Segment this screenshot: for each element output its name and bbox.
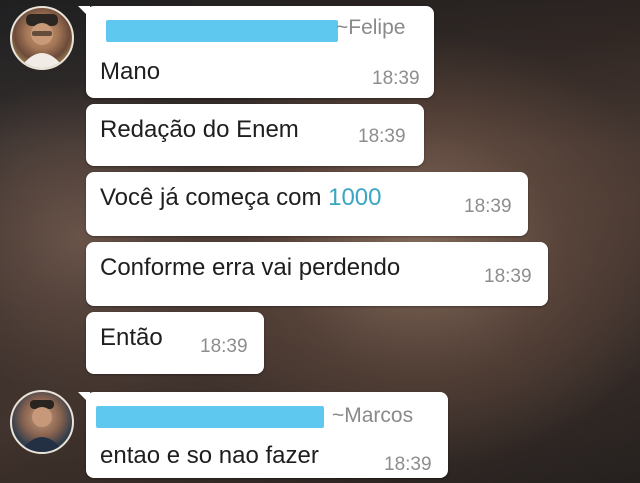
- message-bubble[interactable]: Você já começa com 1000 18:39: [86, 172, 528, 236]
- message-time: 18:39: [358, 126, 406, 147]
- message-time: 18:39: [464, 196, 512, 217]
- person-icon: [20, 14, 64, 68]
- message-text: Mano: [100, 58, 161, 85]
- message-text: entao e so nao fazer: [100, 442, 319, 469]
- highlighted-number[interactable]: 1000: [328, 184, 381, 211]
- message-time: 18:39: [200, 336, 248, 357]
- person-icon: [20, 400, 64, 452]
- redacted-phone-number: [106, 20, 338, 42]
- message-time: 18:39: [372, 68, 420, 89]
- redacted-phone-number: [96, 406, 324, 428]
- message-bubble[interactable]: Redação do Enem 18:39: [86, 104, 424, 166]
- message-text: Você já começa com 1000: [100, 184, 382, 212]
- sender-name[interactable]: ~Marcos: [332, 404, 413, 428]
- message-bubble[interactable]: Conforme erra vai perdendo 18:39: [86, 242, 548, 306]
- message-time: 18:39: [484, 266, 532, 287]
- message-text: Então: [100, 324, 163, 351]
- message-text-part: Você já começa com: [100, 184, 329, 211]
- message-text: Conforme erra vai perdendo: [100, 254, 401, 281]
- sender-name[interactable]: ~Felipe: [336, 16, 405, 40]
- avatar[interactable]: [10, 6, 74, 70]
- message-time: 18:39: [384, 454, 432, 475]
- message-bubble[interactable]: Então 18:39: [86, 312, 264, 374]
- message-bubble[interactable]: ~Marcos entao e so nao fazer 18:39: [78, 392, 448, 478]
- chat-screen: ~Felipe Mano 18:39 Redação do Enem 18:39…: [0, 0, 640, 483]
- bubble-tail: [78, 6, 90, 18]
- avatar[interactable]: [10, 390, 74, 454]
- bubble-tail: [78, 392, 90, 404]
- message-bubble[interactable]: ~Felipe Mano 18:39: [78, 6, 434, 98]
- message-text: Redação do Enem: [100, 116, 299, 143]
